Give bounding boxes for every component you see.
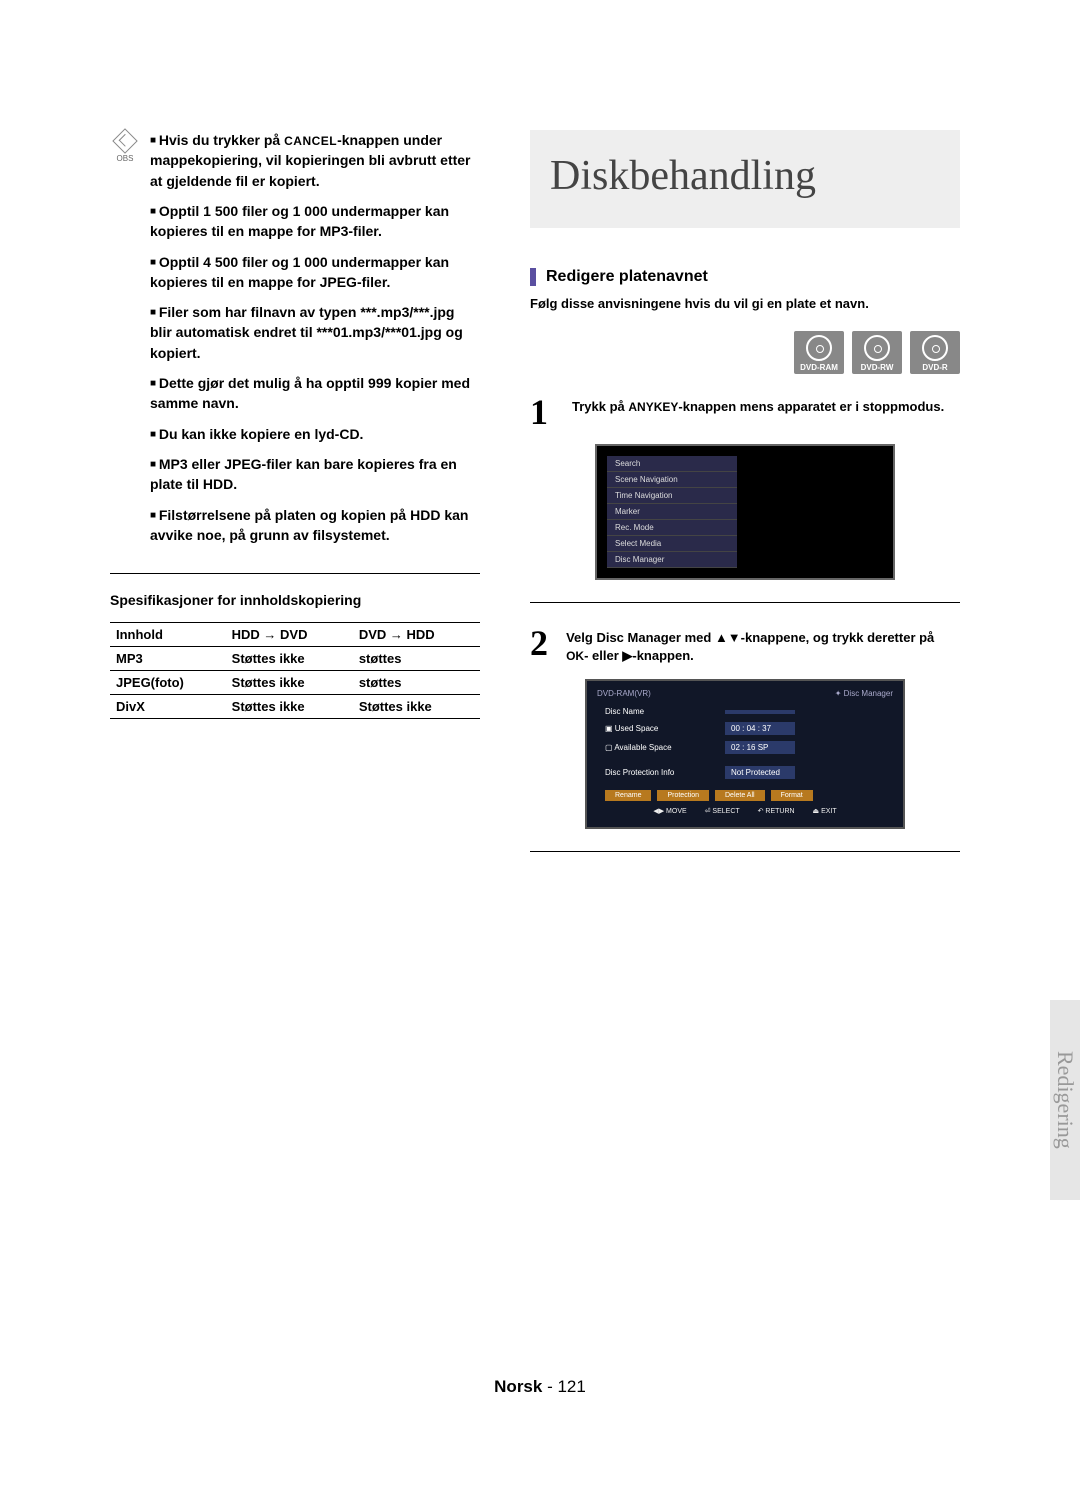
heading-bar-icon xyxy=(530,268,536,286)
side-tab: Redigering xyxy=(1050,1000,1080,1200)
note-icon: OBS xyxy=(110,130,140,163)
note-item: Opptil 1 500 filer og 1 000 undermapper … xyxy=(150,201,480,242)
section-title: Diskbehandling xyxy=(550,152,940,200)
osd-btn: Format xyxy=(771,790,813,801)
note-item: MP3 eller JPEG-filer kan bare kopieres f… xyxy=(150,454,480,495)
disc-badges: DVD-RAM DVD-RW DVD-R xyxy=(530,331,960,374)
osd-btn: Protection xyxy=(657,790,709,801)
osd-menu-item: Select Media xyxy=(607,536,737,552)
note-item: Opptil 4 500 filer og 1 000 undermapper … xyxy=(150,252,480,293)
step-1: 1 Trykk på ANYKEY-knappen mens apparatet… xyxy=(530,394,960,430)
osd-menu-item: Scene Navigation xyxy=(607,472,737,488)
osd-menu-item: Search xyxy=(607,456,737,472)
badge-dvd-r: DVD-R xyxy=(910,331,960,374)
table-row: JPEG(foto) Støttes ikke støttes xyxy=(110,671,480,695)
osd-btn: Delete All xyxy=(715,790,765,801)
osd-disc-manager: DVD-RAM(VR) ✦ Disc Manager Disc Name ▣ U… xyxy=(585,679,905,829)
osd-menu-item: Marker xyxy=(607,504,737,520)
osd-menu-item: Time Navigation xyxy=(607,488,737,504)
note-item: Dette gjør det mulig å ha opptil 999 kop… xyxy=(150,373,480,414)
step-2: 2 Velg Disc Manager med ▲▼-knappene, og … xyxy=(530,625,960,665)
table-row: MP3 Støttes ikke støttes xyxy=(110,647,480,671)
subheading: Redigere platenavnet xyxy=(546,268,708,286)
badge-dvd-ram: DVD-RAM xyxy=(794,331,844,374)
spec-table: Innhold HDD → DVD DVD → HDD MP3 Støttes … xyxy=(110,622,480,719)
page-footer: Norsk - 121 xyxy=(0,1377,1080,1397)
osd-menu-item: Disc Manager xyxy=(607,552,737,568)
osd-btn: Rename xyxy=(605,790,651,801)
note-item: Filstørrelsene på platen og kopien på HD… xyxy=(150,505,480,546)
table-row: DivX Støttes ikke Støttes ikke xyxy=(110,695,480,719)
note-item: Du kan ikke kopiere en lyd-CD. xyxy=(150,424,480,444)
spec-heading: Spesifikasjoner for innholdskopiering xyxy=(110,592,480,608)
section-title-box: Diskbehandling xyxy=(530,130,960,228)
note-item: Filer som har filnavn av typen ***.mp3/*… xyxy=(150,302,480,363)
badge-dvd-rw: DVD-RW xyxy=(852,331,902,374)
osd-menu-item: Rec. Mode xyxy=(607,520,737,536)
osd-anykey-menu: Search Scene Navigation Time Navigation … xyxy=(595,444,895,580)
intro-text: Følg disse anvisningene hvis du vil gi e… xyxy=(530,296,960,311)
notes-list: Hvis du trykker på CANCEL-knappen under … xyxy=(150,130,480,555)
note-item: Hvis du trykker på CANCEL-knappen under … xyxy=(150,130,480,191)
osd-header-right: ✦ Disc Manager xyxy=(835,689,893,698)
osd-header-left: DVD-RAM(VR) xyxy=(597,689,651,698)
